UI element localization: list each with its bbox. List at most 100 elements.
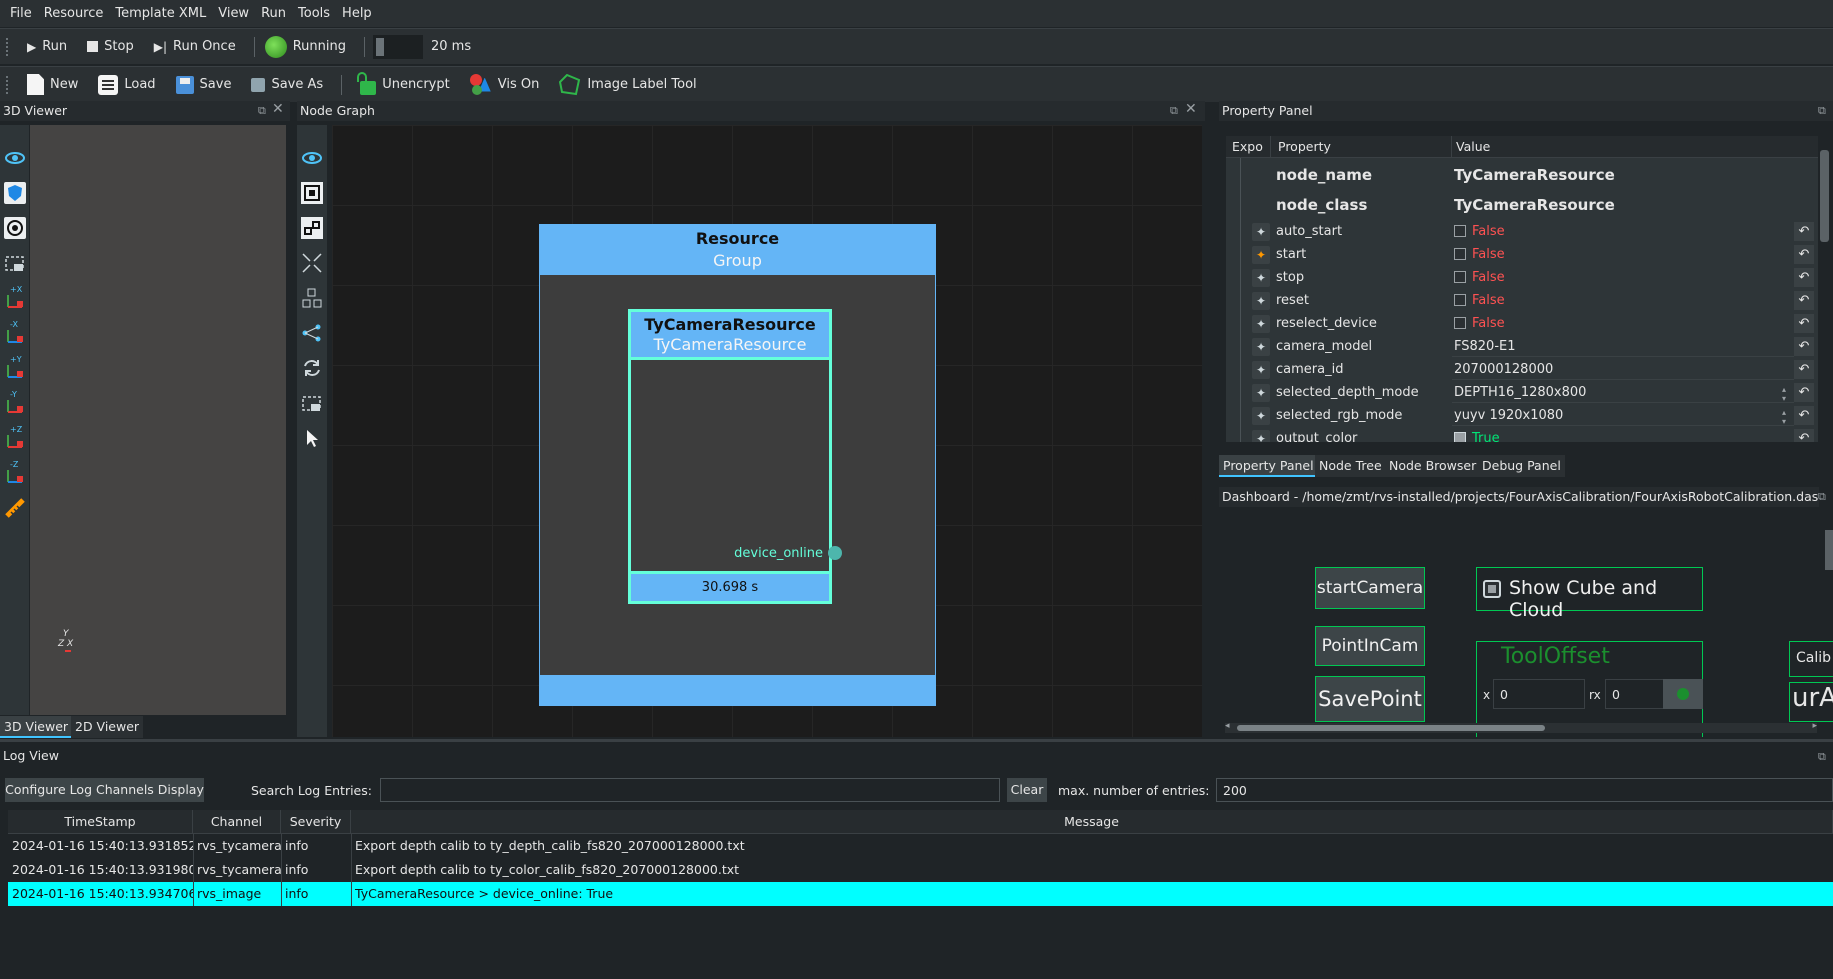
viewer3d-canvas[interactable]: Y Z X (30, 125, 286, 715)
eye-icon[interactable] (4, 147, 26, 169)
expose-bulb-icon[interactable]: ✦ (1252, 430, 1270, 442)
load-button[interactable]: Load (88, 71, 165, 99)
unencrypt-button[interactable]: Unencrypt (350, 71, 460, 99)
column-message[interactable]: Message (351, 810, 1833, 834)
eye-icon[interactable] (301, 147, 323, 169)
value-checkbox[interactable] (1454, 248, 1466, 260)
menu-help[interactable]: Help (336, 6, 378, 21)
property-scrollbar[interactable] (1820, 150, 1829, 242)
column-severity[interactable]: Severity (281, 810, 351, 834)
dashboard-hscrollbar[interactable]: ◂ ▸ (1225, 721, 1817, 733)
menu-tools[interactable]: Tools (292, 6, 336, 21)
scroll-right-icon[interactable]: ▸ (1812, 721, 1817, 731)
value-checkbox[interactable] (1454, 317, 1466, 329)
expose-bulb-icon[interactable]: ✦ (1252, 338, 1270, 356)
new-button[interactable]: New (17, 71, 88, 99)
view-plus-x-icon[interactable]: +X (4, 285, 26, 309)
screenshot-icon[interactable] (4, 252, 26, 274)
float-panel-icon[interactable]: ⧉ (258, 104, 266, 118)
tab-property-panel[interactable]: Property Panel (1219, 455, 1318, 477)
column-timestamp[interactable]: TimeStamp (8, 810, 193, 834)
column-expo[interactable]: Expo (1232, 136, 1263, 158)
view-minus-y-icon[interactable]: -Y (4, 390, 26, 414)
float-panel-icon[interactable]: ⧉ (1818, 490, 1826, 504)
start-camera-button[interactable]: startCamera (1315, 567, 1425, 609)
configure-log-channels-button[interactable]: Configure Log Channels Display (5, 778, 204, 802)
column-channel[interactable]: Channel (193, 810, 281, 834)
column-value[interactable]: Value (1456, 136, 1490, 158)
expose-bulb-icon[interactable]: ✦ (1252, 246, 1270, 264)
reset-value-icon[interactable]: ↶ (1794, 360, 1814, 379)
layout-nodes-icon[interactable] (301, 287, 323, 309)
view-plus-z-icon[interactable]: +Z (4, 425, 26, 449)
reset-value-icon[interactable]: ↶ (1794, 406, 1814, 425)
max-entries-input[interactable] (1216, 778, 1833, 802)
value-checkbox[interactable] (1454, 432, 1466, 442)
stop-button[interactable]: Stop (77, 33, 144, 61)
target-icon[interactable] (4, 217, 26, 239)
expose-bulb-icon[interactable]: ✦ (1252, 315, 1270, 333)
menu-view[interactable]: View (212, 6, 255, 21)
expose-bulb-icon[interactable]: ✦ (1252, 269, 1270, 287)
expose-bulb-icon[interactable]: ✦ (1252, 361, 1270, 379)
float-panel-icon[interactable]: ⧉ (1170, 104, 1178, 118)
checkbox-box[interactable] (1483, 580, 1501, 598)
output-port[interactable] (828, 546, 842, 560)
search-log-input[interactable] (380, 778, 1000, 802)
view-minus-x-icon[interactable]: -X (4, 320, 26, 344)
vis-on-button[interactable]: Vis On (460, 71, 550, 99)
save-point-button[interactable]: SavePoint (1315, 676, 1425, 722)
point-in-cam-button[interactable]: PointInCam (1315, 626, 1425, 666)
value-checkbox[interactable] (1454, 225, 1466, 237)
connect-nodes-icon[interactable] (301, 217, 323, 239)
scroll-left-icon[interactable]: ◂ (1225, 721, 1230, 731)
graph-links-icon[interactable] (301, 322, 323, 344)
toolbar-grip[interactable] (6, 37, 9, 56)
menu-run[interactable]: Run (255, 6, 292, 21)
value-checkbox[interactable] (1454, 271, 1466, 283)
log-splitter[interactable] (0, 739, 1833, 742)
show-cube-checkbox[interactable]: Show Cube and Cloud (1476, 567, 1703, 621)
tab-2d-viewer[interactable]: 2D Viewer (71, 716, 144, 738)
reset-value-icon[interactable]: ↶ (1794, 337, 1814, 356)
toolbar-grip[interactable] (6, 75, 9, 94)
shield-icon[interactable] (4, 182, 26, 204)
scroll-thumb[interactable] (1237, 725, 1545, 731)
collapse-icon[interactable] (301, 252, 323, 274)
menu-resource[interactable]: Resource (38, 6, 110, 21)
float-panel-icon[interactable]: ⧉ (1818, 104, 1826, 118)
expose-bulb-icon[interactable]: ✦ (1252, 292, 1270, 310)
menu-template-xml[interactable]: Template XML (109, 6, 212, 21)
float-panel-icon[interactable]: ⧉ (1818, 750, 1826, 764)
reset-value-icon[interactable]: ↶ (1794, 222, 1814, 241)
reset-value-icon[interactable]: ↶ (1794, 245, 1814, 264)
tab-3d-viewer[interactable]: 3D Viewer (0, 716, 73, 738)
reset-value-icon[interactable]: ↶ (1794, 383, 1814, 402)
screenshot-icon[interactable] (301, 392, 323, 414)
fit-view-icon[interactable] (301, 182, 323, 204)
image-label-tool-button[interactable]: Image Label Tool (549, 71, 706, 99)
tab-node-browser[interactable]: Node Browser (1385, 455, 1481, 477)
menu-file[interactable]: File (4, 6, 38, 21)
clear-button[interactable]: Clear (1007, 778, 1047, 802)
pointer-icon[interactable] (301, 427, 323, 449)
tab-node-tree[interactable]: Node Tree (1315, 455, 1386, 477)
ruler-icon[interactable] (4, 497, 26, 519)
run-once-button[interactable]: ▶| Run Once (144, 33, 246, 61)
dashboard-vscrollbar[interactable] (1825, 530, 1833, 570)
tycamera-node[interactable]: TyCameraResource TyCameraResource device… (628, 309, 832, 604)
reset-value-icon[interactable]: ↶ (1794, 429, 1814, 442)
expose-bulb-icon[interactable]: ✦ (1252, 384, 1270, 402)
slider-handle[interactable] (375, 37, 384, 56)
view-minus-z-icon[interactable]: -Z (4, 460, 26, 484)
tab-debug-panel[interactable]: Debug Panel (1478, 455, 1565, 477)
view-plus-y-icon[interactable]: +Y (4, 355, 26, 379)
expose-bulb-icon[interactable]: ✦ (1252, 223, 1270, 241)
node-header[interactable]: TyCameraResource TyCameraResource (631, 312, 829, 360)
run-button[interactable]: ▶ Run (17, 33, 77, 61)
save-button[interactable]: Save (166, 71, 242, 99)
interval-slider[interactable] (372, 34, 423, 59)
dropdown-arrow-icon[interactable]: ▴ ▾ (1782, 408, 1786, 426)
value-checkbox[interactable] (1454, 294, 1466, 306)
close-panel-icon[interactable]: ✕ (1185, 101, 1197, 117)
